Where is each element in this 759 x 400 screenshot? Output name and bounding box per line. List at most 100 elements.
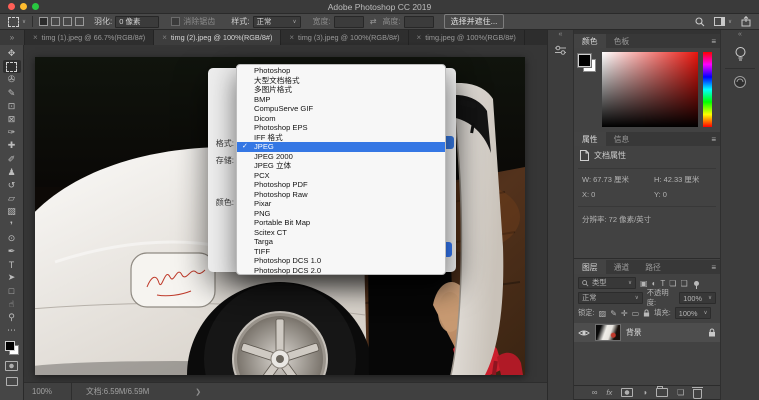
feather-input[interactable]: 0 像素 — [115, 16, 159, 28]
lock-all-icon[interactable] — [643, 309, 650, 317]
link-layers-icon[interactable]: ∞ — [592, 388, 598, 397]
hand-tool[interactable]: ☝ — [3, 298, 21, 311]
expand-panel-icon[interactable]: « — [738, 31, 742, 38]
close-icon[interactable]: × — [289, 33, 294, 42]
clone-stamp-tool[interactable]: ♟ — [3, 166, 21, 179]
fill-input[interactable]: 100% ∨ — [675, 307, 712, 319]
move-tool[interactable]: ✥ — [3, 47, 21, 60]
format-option[interactable]: Dicom — [237, 114, 445, 124]
dodge-tool[interactable]: ⊙ — [3, 232, 21, 245]
tab-timg-3[interactable]: × timg (3).jpeg @ 100%(RGB/8#) — [281, 30, 408, 45]
antialias-checkbox[interactable]: 消除锯齿 — [171, 16, 215, 27]
eraser-tool[interactable]: ▱ — [3, 192, 21, 205]
format-option[interactable]: Targa — [237, 237, 445, 247]
format-option[interactable]: Photoshop PDF — [237, 180, 445, 190]
layer-filter-dropdown[interactable]: 类型 ∨ — [578, 277, 636, 289]
zoom-level-input[interactable]: 100% — [24, 383, 72, 400]
format-option[interactable]: TIFF — [237, 247, 445, 257]
type-tool[interactable]: T — [3, 258, 21, 271]
lock-paint-icon[interactable]: ✎ — [610, 309, 617, 318]
edit-toolbar-button[interactable]: ⋯ — [3, 324, 21, 337]
format-option[interactable]: Photoshop EPS — [237, 123, 445, 133]
tab-timg-2-active[interactable]: × timg (2).jpeg @ 100%(RGB/8#) — [154, 30, 281, 45]
intersect-selection-mode[interactable] — [75, 17, 84, 26]
panel-menu-icon[interactable]: ≡ — [711, 132, 720, 146]
tab-color[interactable]: 颜色 — [574, 34, 606, 48]
format-option[interactable]: CompuServe GIF — [237, 104, 445, 114]
close-icon[interactable]: × — [33, 33, 38, 42]
delete-layer-icon[interactable] — [693, 389, 702, 399]
format-option[interactable]: Photoshop Raw — [237, 190, 445, 200]
quick-select-tool[interactable]: ✎ — [3, 87, 21, 100]
visibility-eye-icon[interactable] — [578, 329, 590, 337]
width-input[interactable] — [334, 16, 364, 28]
format-option[interactable]: BMP — [237, 95, 445, 105]
hue-slider[interactable] — [703, 52, 712, 127]
lock-move-icon[interactable]: ✛ — [621, 309, 628, 318]
lasso-tool[interactable]: ✇ — [3, 73, 21, 86]
history-brush-tool[interactable]: ↺ — [3, 179, 21, 192]
zoom-tool[interactable]: ⚲ — [3, 311, 21, 324]
libraries-icon[interactable] — [733, 75, 747, 89]
expand-panel-icon[interactable]: « — [559, 31, 563, 38]
eyedropper-tool[interactable]: ✑ — [3, 126, 21, 139]
format-option[interactable]: PCX — [237, 171, 445, 181]
filter-pixel-layers-icon[interactable]: ▣ — [640, 279, 648, 288]
tab-timg-1[interactable]: × timg (1).jpeg @ 66.7%(RGB/8#) — [25, 30, 154, 45]
color-swatches[interactable] — [578, 54, 596, 72]
crop-tool[interactable]: ⊡ — [3, 100, 21, 113]
panel-menu-icon[interactable]: ≡ — [711, 260, 720, 274]
select-and-mask-button[interactable]: 选择并遮住... — [444, 14, 505, 29]
new-layer-icon[interactable]: ❏ — [677, 388, 684, 397]
search-icon[interactable] — [695, 17, 705, 27]
filter-type-layers-icon[interactable]: T — [660, 279, 665, 288]
adjustment-layer-icon[interactable]: ◑ — [642, 388, 647, 397]
filter-adjustment-layers-icon[interactable]: ◐ — [652, 279, 657, 288]
tool-preset[interactable]: ∨ — [8, 17, 26, 27]
filter-toggle-icon[interactable] — [694, 281, 699, 286]
new-selection-mode[interactable] — [39, 17, 48, 26]
format-option[interactable]: Photoshop DCS 2.0 — [237, 266, 445, 276]
pen-tool[interactable]: ✒ — [3, 245, 21, 258]
blur-tool[interactable]: ❜ — [3, 218, 21, 231]
path-select-tool[interactable]: ➤ — [3, 271, 21, 284]
lock-transparent-icon[interactable]: ▨ — [599, 309, 607, 318]
add-mask-icon[interactable] — [621, 388, 633, 397]
layer-thumbnail[interactable] — [595, 324, 621, 341]
screen-mode-button[interactable] — [6, 377, 18, 386]
tab-paths[interactable]: 路径 — [637, 260, 669, 274]
opacity-input[interactable]: 100% ∨ — [679, 292, 716, 304]
layer-row-background[interactable]: 背景 — [574, 323, 720, 342]
new-group-icon[interactable] — [656, 388, 668, 397]
tab-info[interactable]: 信息 — [606, 132, 638, 146]
saturation-field[interactable] — [602, 52, 698, 127]
style-dropdown[interactable]: 正常 ∨ — [253, 16, 301, 28]
swap-dimensions-icon[interactable]: ⇄ — [370, 17, 377, 26]
adjustments-icon[interactable] — [554, 44, 567, 56]
workspace-switcher[interactable]: ∨ — [714, 17, 732, 26]
learn-lightbulb-icon[interactable] — [734, 46, 747, 62]
shape-tool[interactable]: □ — [3, 284, 21, 297]
format-option[interactable]: Scitex CT — [237, 228, 445, 238]
lock-artboard-icon[interactable]: ▭ — [632, 309, 640, 318]
format-option[interactable]: IFF 格式 — [237, 133, 445, 143]
format-option[interactable]: Pixar — [237, 199, 445, 209]
gradient-tool[interactable]: ▧ — [3, 205, 21, 218]
format-option[interactable]: PNG — [237, 209, 445, 219]
close-icon[interactable]: × — [162, 33, 167, 42]
format-option[interactable]: 多图片格式 — [237, 85, 445, 95]
tab-timg[interactable]: × timg.jpeg @ 100%(RGB/8#) — [409, 30, 525, 45]
share-icon[interactable] — [741, 16, 751, 27]
format-option[interactable]: Photoshop DCS 1.0 — [237, 256, 445, 266]
tab-properties[interactable]: 属性 — [574, 132, 606, 146]
blend-mode-dropdown[interactable]: 正常 ∨ — [578, 292, 643, 304]
format-option[interactable]: Portable Bit Map — [237, 218, 445, 228]
format-option-selected[interactable]: ✓ JPEG — [237, 142, 445, 152]
status-chevron-icon[interactable]: ❯ — [195, 388, 201, 396]
toolbar-collapse-icon[interactable]: » — [0, 30, 25, 45]
tab-layers[interactable]: 图层 — [574, 260, 606, 274]
close-icon[interactable]: × — [417, 33, 422, 42]
subtract-selection-mode[interactable] — [63, 17, 72, 26]
foreground-color-swatch[interactable] — [578, 54, 591, 67]
foreground-background-colors[interactable] — [5, 341, 19, 355]
